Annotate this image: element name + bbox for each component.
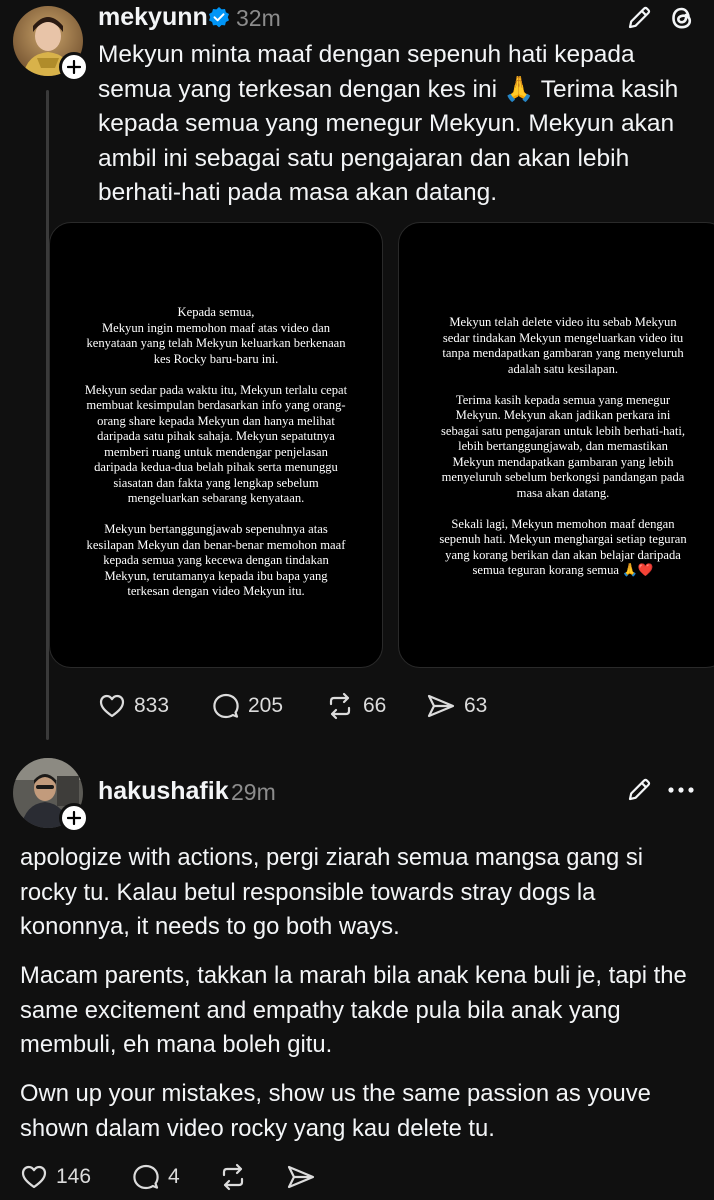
post-paragraph-1: apologize with actions, pergi ziarah sem… [20, 844, 644, 940]
reply-button[interactable]: 205 [212, 692, 283, 720]
repost-button[interactable] [218, 1163, 248, 1191]
story-text-1: Kepada semua, Mekyun ingin memohon maaf … [84, 305, 348, 598]
share-button[interactable] [286, 1163, 316, 1191]
comment-icon [133, 1164, 159, 1190]
reply-count: 4 [168, 1165, 180, 1188]
post-paragraph-2: Macam parents, takkan la marah bila anak… [20, 962, 687, 1058]
plus-icon [67, 60, 81, 74]
post-text: Mekyun minta maaf dengan sepenuh hati ke… [98, 41, 679, 206]
follow-button[interactable] [59, 803, 89, 833]
send-icon [287, 1165, 315, 1189]
timestamp: 29m [231, 779, 276, 805]
pencil-icon[interactable] [625, 4, 653, 32]
like-count: 146 [56, 1165, 92, 1188]
more-icon[interactable] [666, 776, 696, 804]
share-button[interactable]: 63 [426, 692, 487, 720]
story-text-2: Mekyun telah delete video itu sebab Meky… [439, 315, 687, 577]
reply-button[interactable]: 4 [132, 1163, 180, 1191]
heart-icon [99, 694, 125, 718]
username[interactable]: mekyunn [98, 3, 208, 32]
like-button[interactable]: 146 [20, 1163, 91, 1191]
pencil-icon[interactable] [625, 776, 653, 804]
follow-button[interactable] [59, 52, 89, 82]
like-count: 833 [134, 694, 170, 717]
repost-button[interactable]: 66 [325, 692, 386, 720]
reply-count: 205 [248, 694, 284, 717]
send-icon [427, 694, 455, 718]
repost-icon [222, 1163, 244, 1191]
share-count: 63 [464, 694, 488, 717]
like-button[interactable]: 833 [98, 692, 169, 720]
plus-icon [67, 811, 81, 825]
timestamp: 32m [236, 5, 281, 31]
verified-badge-icon [209, 7, 229, 28]
heart-icon [21, 1165, 47, 1189]
repost-count: 66 [363, 694, 387, 717]
post-paragraph-3: Own up your mistakes, show us the same p… [20, 1080, 651, 1142]
repost-icon [329, 692, 351, 720]
story-image-1[interactable]: Kepada semua, Mekyun ingin memohon maaf … [49, 222, 383, 668]
comment-icon [213, 693, 239, 719]
username[interactable]: hakushafik [98, 777, 229, 806]
threads-logo-icon[interactable] [667, 3, 697, 33]
story-image-2[interactable]: Mekyun telah delete video itu sebab Meky… [398, 222, 714, 668]
